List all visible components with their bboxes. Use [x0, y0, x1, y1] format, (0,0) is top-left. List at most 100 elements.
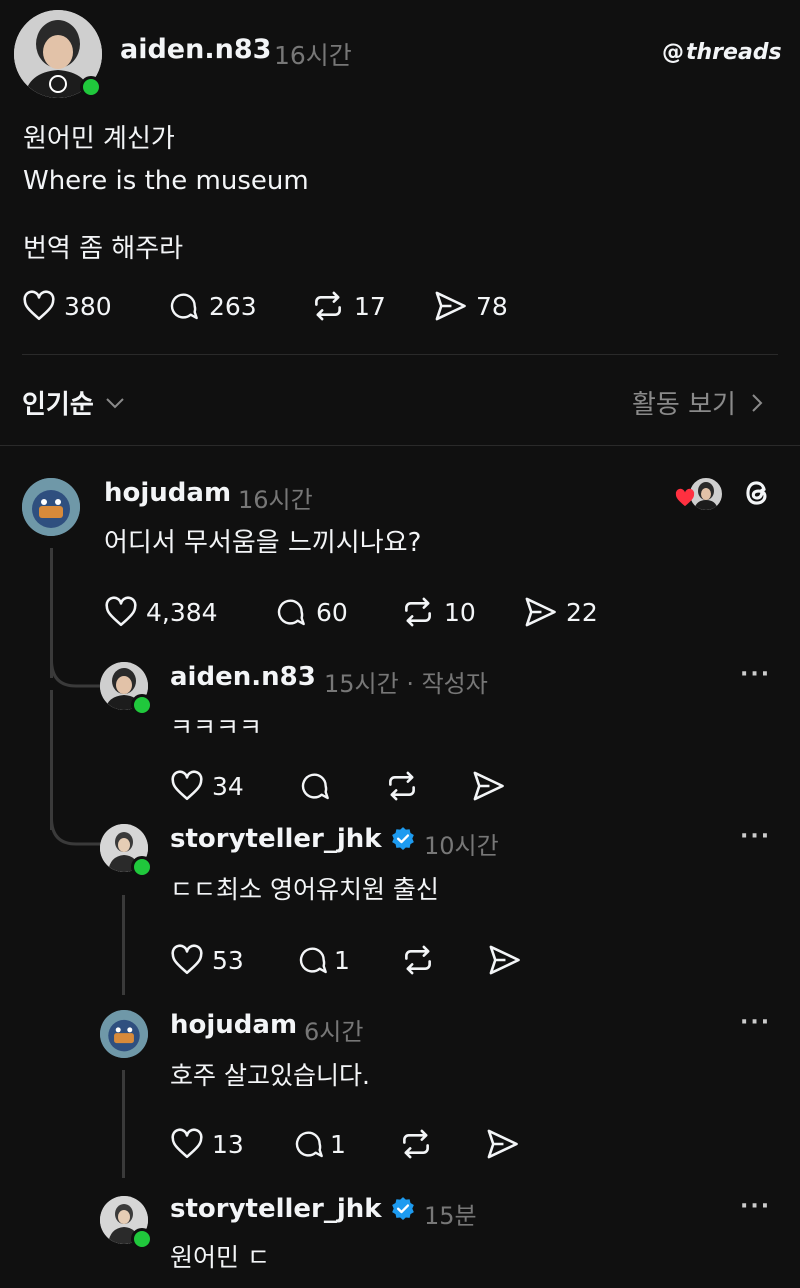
comment-actions: 4,384 60 10 22 — [104, 596, 598, 628]
online-status-dot — [131, 1228, 153, 1250]
commenter-avatar[interactable] — [22, 478, 80, 536]
comment-author[interactable]: storyteller_jhk — [170, 1194, 382, 1224]
like-count: 380 — [64, 291, 112, 321]
view-activity-link[interactable]: 활동 보기 — [632, 384, 764, 421]
heart-icon — [171, 1128, 203, 1159]
verified-badge-icon — [392, 827, 414, 851]
comment-author[interactable]: hojudam — [170, 1010, 297, 1040]
like-count: 34 — [212, 771, 244, 801]
comment-actions: 34 — [170, 770, 506, 802]
like-button[interactable]: 380 — [22, 290, 167, 322]
thread-connector — [50, 690, 53, 830]
repost-button[interactable]: 10 — [400, 596, 522, 628]
post-line-3: 번역 좀 해주라 — [23, 234, 184, 264]
heart-icon — [675, 488, 695, 507]
post-time: 16시간 — [274, 41, 352, 70]
share-button[interactable] — [486, 944, 522, 976]
reply-button[interactable]: 60 — [274, 596, 400, 628]
reply-button[interactable]: 1 — [296, 944, 400, 976]
like-button[interactable]: 34 — [170, 770, 298, 802]
comment-author[interactable]: aiden.n83 — [170, 662, 316, 692]
comment-time: 15시간 · 작성자 — [324, 670, 488, 698]
repost-count: 17 — [354, 291, 386, 321]
reply-button[interactable] — [298, 770, 384, 802]
more-options-button[interactable]: ··· — [740, 1194, 771, 1219]
activity-label: 활동 보기 — [632, 390, 736, 420]
share-count: 22 — [566, 597, 598, 627]
sort-dropdown[interactable]: 인기순 — [22, 384, 126, 421]
chevron-down-icon — [106, 397, 124, 408]
like-button[interactable]: 13 — [170, 1128, 292, 1160]
comment-text: 원어민 ㄷ — [170, 1243, 270, 1272]
share-icon — [473, 771, 504, 801]
heart-icon — [105, 596, 137, 627]
more-options-button[interactable]: ··· — [740, 662, 771, 687]
reply-button[interactable]: 1 — [292, 1128, 398, 1160]
share-icon — [487, 1129, 518, 1159]
comment-icon — [295, 1131, 323, 1158]
comment-actions: 13 1 — [170, 1128, 520, 1160]
verified-badge-icon — [392, 1197, 414, 1221]
online-status-dot — [131, 694, 153, 716]
post-line-1: 원어민 계신가 — [23, 124, 175, 154]
repost-icon — [405, 945, 431, 975]
share-button[interactable] — [484, 1128, 520, 1160]
share-icon — [435, 291, 466, 321]
share-button[interactable] — [470, 770, 506, 802]
more-options-button[interactable]: ··· — [740, 824, 771, 849]
like-count: 4,384 — [146, 597, 218, 627]
cartoon-avatar-icon — [22, 478, 80, 536]
thread-connector — [122, 1070, 125, 1178]
like-button[interactable]: 4,384 — [104, 596, 274, 628]
sort-label: 인기순 — [22, 390, 94, 420]
comment-icon — [277, 599, 305, 626]
share-button[interactable]: 78 — [432, 290, 508, 322]
heart-icon — [171, 944, 203, 975]
comment-text: 어디서 무서움을 느끼시나요? — [104, 528, 422, 558]
like-button[interactable]: 53 — [170, 944, 296, 976]
repost-icon — [405, 597, 431, 627]
repost-button[interactable]: 17 — [310, 290, 432, 322]
repost-button[interactable] — [384, 770, 470, 802]
post-divider — [22, 354, 778, 355]
share-count: 78 — [476, 291, 508, 321]
sort-divider — [0, 445, 800, 446]
commenter-avatar[interactable] — [100, 1010, 148, 1058]
post-line-2: Where is the museum — [23, 166, 309, 196]
liked-by-author-indicator[interactable] — [674, 474, 724, 512]
cartoon-avatar-icon — [100, 1010, 148, 1058]
reply-button[interactable]: 263 — [167, 290, 310, 322]
repost-icon — [315, 291, 341, 321]
comment-icon — [170, 293, 198, 320]
post-author-name[interactable]: aiden.n83 — [120, 34, 271, 65]
heart-icon — [23, 290, 55, 321]
reply-count: 60 — [316, 597, 348, 627]
comment-time: 6시간 — [304, 1018, 364, 1046]
comment-time: 15분 — [424, 1202, 477, 1230]
threads-wordmark: threads — [686, 40, 782, 65]
repost-icon — [389, 771, 415, 801]
heart-icon — [171, 770, 203, 801]
repost-button[interactable] — [400, 944, 486, 976]
like-count: 53 — [212, 945, 244, 975]
comment-time: 16시간 — [238, 486, 313, 514]
like-count: 13 — [212, 1129, 244, 1159]
share-icon — [525, 597, 556, 627]
comment-time: 10시간 — [424, 832, 499, 860]
online-status-dot — [80, 76, 102, 98]
post-actions: 380 263 17 78 — [22, 290, 508, 322]
comment-icon — [299, 947, 327, 974]
chevron-right-icon — [752, 393, 763, 412]
reply-count: 1 — [330, 1129, 346, 1159]
share-button[interactable]: 22 — [522, 596, 598, 628]
reply-count: 1 — [334, 945, 350, 975]
repost-count: 10 — [444, 597, 476, 627]
share-icon — [489, 945, 520, 975]
more-options-button[interactable]: ··· — [740, 1010, 771, 1035]
repost-button[interactable] — [398, 1128, 484, 1160]
threads-brand[interactable]: @ threads — [662, 40, 782, 65]
reply-count: 263 — [209, 291, 257, 321]
comment-author[interactable]: hojudam — [104, 478, 231, 508]
threads-logo-icon[interactable] — [740, 476, 774, 510]
comment-author[interactable]: storyteller_jhk — [170, 824, 382, 854]
